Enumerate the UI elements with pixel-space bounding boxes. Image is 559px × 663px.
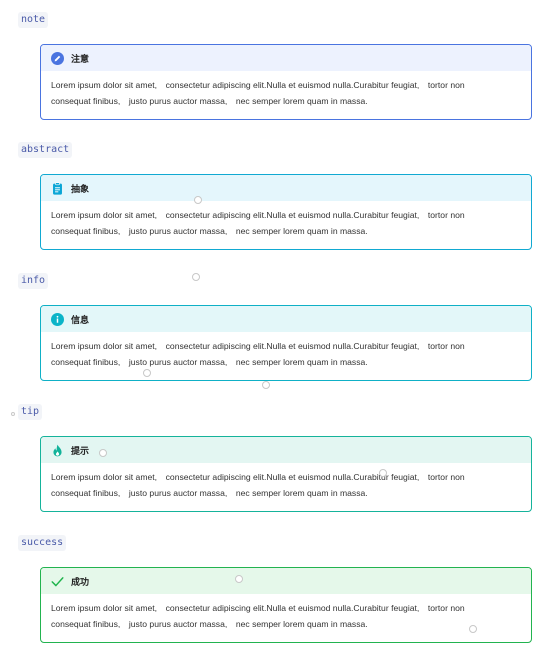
decorative-circle xyxy=(379,469,387,477)
admonition-header[interactable]: 注意 xyxy=(41,45,531,71)
admonition-abstract: 抽象 Lorem ipsum dolor sit amet, consectet… xyxy=(40,174,532,250)
body-line: Lorem ipsum dolor sit amet, consectetur … xyxy=(51,472,465,482)
admonition-tip: 提示 Lorem ipsum dolor sit amet, consectet… xyxy=(40,436,532,512)
pencil-circle-icon xyxy=(51,51,64,65)
body-line: consequat finibus, justo purus auctor ma… xyxy=(51,357,368,367)
body-line: Lorem ipsum dolor sit amet, consectetur … xyxy=(51,210,465,220)
decorative-circle xyxy=(469,625,477,633)
body-line: consequat finibus, justo purus auctor ma… xyxy=(51,619,368,629)
flame-icon xyxy=(51,444,64,457)
admonition-title: 抽象 xyxy=(71,184,90,195)
body-line: Lorem ipsum dolor sit amet, consectetur … xyxy=(51,603,465,613)
admonition-note: 注意 Lorem ipsum dolor sit amet, consectet… xyxy=(40,44,532,120)
body-line: consequat finibus, justo purus auctor ma… xyxy=(51,488,368,498)
decorative-circle xyxy=(235,575,243,583)
decorative-circle xyxy=(192,273,200,281)
decorative-circle xyxy=(262,381,270,389)
admonition-info: 信息 Lorem ipsum dolor sit amet, consectet… xyxy=(40,305,532,381)
admonition-title: 注意 xyxy=(71,54,90,65)
admonition-header[interactable]: 成功 xyxy=(41,568,531,594)
admonition-title: 信息 xyxy=(71,315,90,326)
decorative-circle xyxy=(11,412,15,416)
admonition-body: Lorem ipsum dolor sit amet, consectetur … xyxy=(41,201,531,239)
admonition-header[interactable]: 抽象 xyxy=(41,175,531,201)
body-line: Lorem ipsum dolor sit amet, consectetur … xyxy=(51,80,465,90)
decorative-circle xyxy=(99,449,107,457)
body-line: consequat finibus, justo purus auctor ma… xyxy=(51,226,368,236)
admonition-body: Lorem ipsum dolor sit amet, consectetur … xyxy=(41,463,531,501)
check-icon xyxy=(51,575,64,588)
section-tag-abstract: abstract xyxy=(18,142,73,158)
section-tag-note: note xyxy=(18,12,49,28)
admonition-body: Lorem ipsum dolor sit amet, consectetur … xyxy=(41,594,531,632)
admonition-body: Lorem ipsum dolor sit amet, consectetur … xyxy=(41,332,531,370)
clipboard-icon xyxy=(51,181,64,195)
admonition-title: 成功 xyxy=(71,577,90,588)
admonition-header[interactable]: 提示 xyxy=(41,437,531,463)
section-tag-success: success xyxy=(18,535,67,551)
admonition-body: Lorem ipsum dolor sit amet, consectetur … xyxy=(41,71,531,109)
body-line: consequat finibus, justo purus auctor ma… xyxy=(51,96,368,106)
admonition-title: 提示 xyxy=(71,446,90,457)
admonition-success: 成功 Lorem ipsum dolor sit amet, consectet… xyxy=(40,567,532,643)
decorative-circle xyxy=(143,369,151,377)
body-line: Lorem ipsum dolor sit amet, consectetur … xyxy=(51,341,465,351)
info-circle-icon xyxy=(51,312,64,326)
section-tag-tip: tip xyxy=(18,404,43,420)
admonition-header[interactable]: 信息 xyxy=(41,306,531,332)
section-tag-info: info xyxy=(18,273,49,289)
decorative-circle xyxy=(194,196,202,204)
